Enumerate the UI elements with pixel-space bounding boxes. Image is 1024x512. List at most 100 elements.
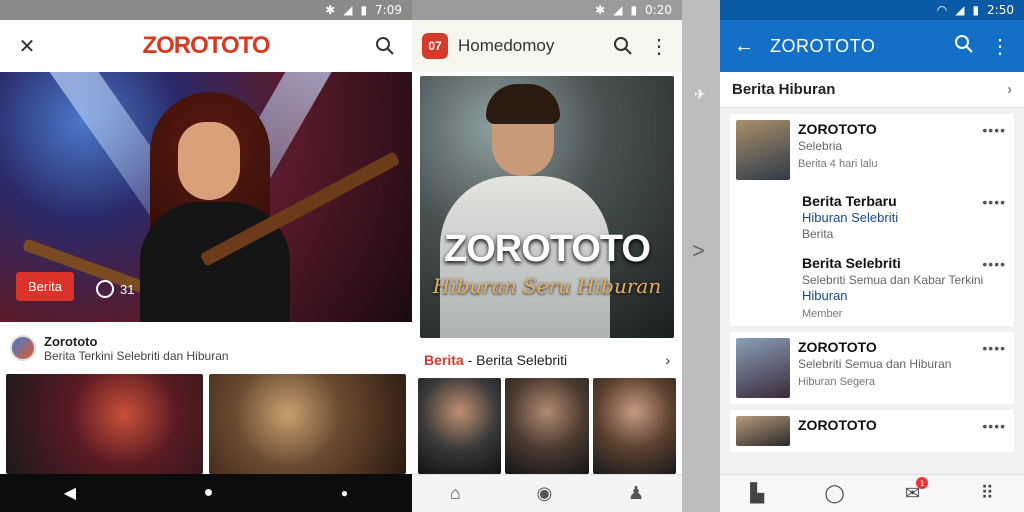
notification-icon[interactable]: ✉ 1 (905, 477, 929, 504)
notification-count: 1 (916, 477, 929, 489)
battery-icon: ▮ (972, 3, 980, 17)
brand-logo: ZOROTOTO (142, 32, 270, 59)
status-bar: ✱ ◢ ▮ 0:20 (412, 0, 682, 20)
section-title: Berita Hiburan (732, 81, 836, 98)
bluetooth-icon: ✱ (325, 3, 336, 17)
list-item[interactable]: ZOROTOTO Selebriti Semua dan Hiburan Hib… (730, 332, 1014, 404)
app-icon[interactable]: 07 (422, 33, 448, 59)
source-row[interactable]: Zorototo Berita Terkini Selebriti dan Hi… (0, 322, 412, 374)
chevron-right-icon: › (1007, 81, 1012, 98)
home-icon[interactable]: ⌂ (450, 483, 461, 504)
battery-icon: ▮ (360, 3, 368, 17)
bluetooth-icon: ✱ (595, 3, 606, 17)
app-toolbar: ← ZOROTOTO ⋮ (720, 20, 1024, 72)
app-title: Homedomoy (458, 36, 555, 55)
item-thumbnail (736, 120, 790, 180)
more-horiz-icon[interactable]: •••• (982, 256, 1006, 272)
source-subtitle: Berita Terkini Selebriti dan Hiburan (44, 348, 229, 363)
chevron-right-icon: > (692, 238, 705, 263)
more-horiz-icon[interactable]: •••• (982, 340, 1006, 356)
search-icon[interactable] (610, 33, 636, 59)
back-arrow-icon[interactable]: ← (734, 35, 754, 58)
info-icon[interactable]: ◉ (537, 483, 553, 504)
list-item[interactable]: ZOROTOTO •••• (730, 410, 1014, 452)
item-thumbnail (736, 416, 790, 446)
status-bar: ✱ ◢ ▮ 7:09 (0, 0, 412, 20)
airplane-icon: ✈ (694, 86, 706, 102)
screen-separator: ✈ > (682, 0, 720, 512)
item-meta: Member (802, 308, 843, 320)
source-title: Zorototo (44, 333, 98, 349)
status-time: 7:09 (375, 3, 402, 17)
bottom-nav: ▙ ◯ ✉ 1 ⠿ (720, 474, 1024, 512)
bottom-nav: ⌂ ◉ ♟ (412, 474, 682, 512)
home-icon[interactable]: ● (204, 484, 214, 502)
library-icon[interactable]: ▙ (750, 483, 764, 504)
status-time: 2:50 (987, 3, 1014, 17)
featured-poster[interactable]: ZOROTOTO Hiburan Seru Hiburan (420, 76, 674, 338)
item-subtitle: Selebriti Semua dan Hiburan (798, 357, 952, 371)
more-vert-icon[interactable]: ⋮ (990, 34, 1010, 59)
thumbnail-image[interactable] (505, 378, 589, 474)
section-header[interactable]: Berita Hiburan › (720, 72, 1024, 108)
chevron-right-icon: › (665, 352, 670, 368)
chat-bubble-icon[interactable]: ◯ (824, 483, 844, 504)
apps-grid-icon[interactable]: ⠿ (981, 483, 994, 504)
item-title: ZOROTOTO (798, 121, 877, 137)
slide-counter: 31 (96, 280, 134, 298)
item-title: ZOROTOTO (798, 339, 877, 355)
item-meta: Berita 4 hari lalu (798, 158, 878, 170)
item-link[interactable]: Hiburan (802, 288, 1008, 304)
thumbnail-image[interactable] (592, 378, 676, 474)
thumbnail-row (0, 374, 412, 474)
item-title: Berita Terbaru (802, 193, 897, 209)
status-bar: ◠ ◢ ▮ 2:50 (720, 0, 1024, 20)
signal-icon: ◢ (955, 3, 965, 17)
thumbnail-row (412, 378, 682, 474)
poster-title: ZOROTOTO (444, 228, 651, 270)
thumbnail-image[interactable] (418, 378, 502, 474)
poster-subtitle: Hiburan Seru Hiburan (432, 274, 662, 298)
wifi-icon: ◠ (936, 3, 948, 17)
search-icon[interactable] (954, 34, 974, 59)
app-header: 07 Homedomoy ⋮ (412, 20, 682, 72)
singer-figure (120, 92, 300, 322)
item-subtitle: Berita (802, 227, 834, 241)
close-icon[interactable]: ✕ (14, 33, 40, 59)
source-avatar (10, 335, 36, 361)
category-badge[interactable]: Berita (16, 272, 74, 301)
back-icon[interactable]: ◀ (64, 483, 76, 503)
section-header[interactable]: Berita - Berita Selebriti › (412, 342, 682, 378)
phone-screen-list: ◠ ◢ ▮ 2:50 ← ZOROTOTO ⋮ Berita Hiburan ›… (720, 0, 1024, 512)
item-thumbnail (736, 338, 790, 398)
phone-screen-detail: ✱ ◢ ▮ 0:20 07 Homedomoy ⋮ ZOROTOTO Hibur… (412, 0, 682, 512)
list-item[interactable]: ZOROTOTO Selebria Berita 4 hari lalu •••… (730, 114, 1014, 186)
list-item[interactable]: Berita Terbaru Hiburan Selebriti Berita … (730, 186, 1014, 248)
hero-image[interactable]: Berita 31 (0, 72, 412, 322)
more-horiz-icon[interactable]: •••• (982, 418, 1006, 434)
more-vert-icon[interactable]: ⋮ (646, 33, 672, 59)
status-time: 0:20 (645, 3, 672, 17)
item-meta: Hiburan Segera (798, 376, 876, 388)
thumbnail-image[interactable] (209, 374, 406, 474)
thumbnail-image[interactable] (6, 374, 203, 474)
more-horiz-icon[interactable]: •••• (982, 122, 1006, 138)
signal-icon: ◢ (343, 3, 353, 17)
profile-icon[interactable]: ♟ (628, 483, 644, 504)
item-subtitle: Selebria (798, 139, 843, 153)
section-tag: Berita (424, 352, 464, 368)
search-icon[interactable] (372, 33, 398, 59)
slide-indicator-icon (96, 280, 114, 298)
section-title: - Berita Selebriti (463, 352, 568, 368)
signal-icon: ◢ (613, 3, 623, 17)
item-link[interactable]: Hiburan Selebriti (802, 210, 1008, 226)
recents-icon[interactable]: ● (341, 486, 348, 500)
list-item[interactable]: Berita Selebriti Selebriti Semua dan Kab… (730, 248, 1014, 326)
item-title: ZOROTOTO (798, 417, 877, 433)
system-nav-bar: ◀ ● ● (0, 474, 412, 512)
more-horiz-icon[interactable]: •••• (982, 194, 1006, 210)
app-header: ✕ ZOROTOTO (0, 20, 412, 72)
phone-screen-home: ✱ ◢ ▮ 7:09 ✕ ZOROTOTO Berita 31 Zorototo (0, 0, 412, 512)
item-title: Berita Selebriti (802, 255, 901, 271)
battery-icon: ▮ (630, 3, 638, 17)
